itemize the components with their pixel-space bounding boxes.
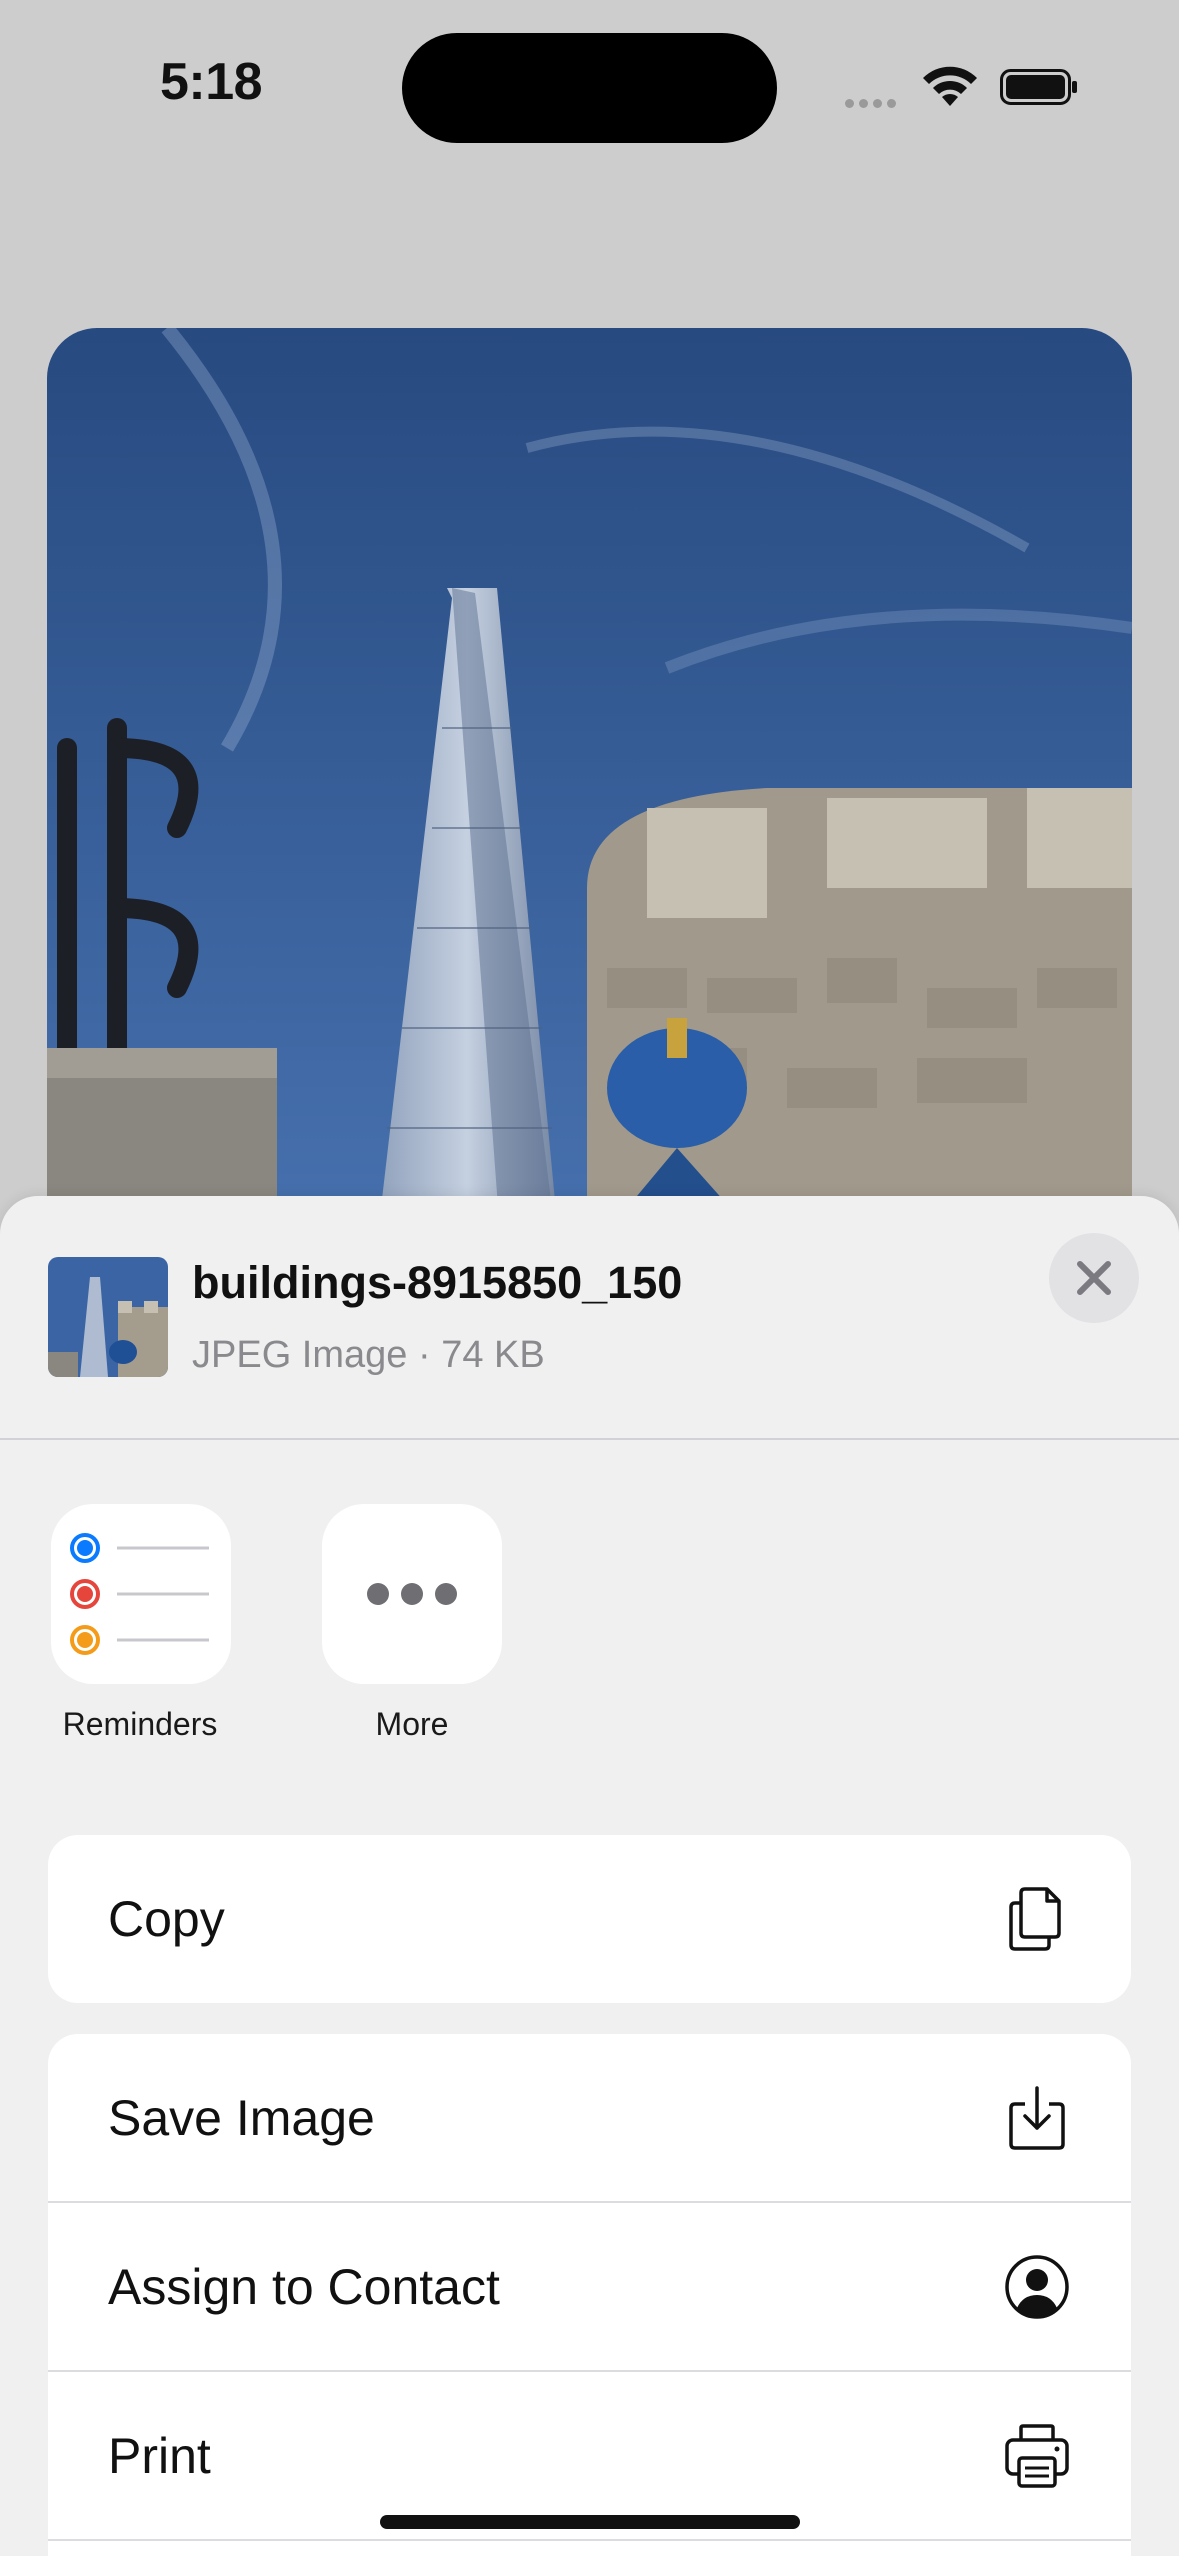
- wifi-icon: [923, 66, 977, 106]
- app-reminders[interactable]: [51, 1504, 231, 1684]
- action-label-assign-contact: Assign to Contact: [108, 2259, 500, 2315]
- close-icon: [1077, 1261, 1111, 1295]
- reminders-icon: [51, 1504, 231, 1684]
- file-info: JPEG Image · 74 KB: [192, 1334, 545, 1376]
- more-icon: [322, 1504, 502, 1684]
- battery-icon: [1000, 69, 1077, 105]
- header-divider: [0, 1438, 1179, 1440]
- action-label-save-image: Save Image: [108, 2090, 375, 2146]
- action-copy[interactable]: Copy: [48, 1835, 1131, 2003]
- copy-icon: [1009, 1887, 1061, 1951]
- app-label-more: More: [375, 1706, 449, 1742]
- home-indicator[interactable]: [380, 2515, 800, 2529]
- copy-group: Copy: [48, 1835, 1131, 2003]
- app-more[interactable]: [322, 1504, 502, 1684]
- file-thumbnail: [48, 1257, 168, 1377]
- shared-photo: [47, 328, 1132, 1328]
- close-button[interactable]: [1049, 1233, 1139, 1323]
- action-assign-contact[interactable]: Assign to Contact: [48, 2203, 1131, 2371]
- print-icon: [1005, 2424, 1069, 2488]
- cellular-signal-icon: [845, 95, 901, 113]
- file-name: buildings-8915850_150: [192, 1257, 683, 1308]
- status-time: 5:18: [160, 53, 263, 111]
- actions-group: Save Image Assign to Contact Print: [48, 2034, 1131, 2556]
- row-separator: [48, 2539, 1131, 2541]
- action-label-copy: Copy: [108, 1891, 225, 1947]
- action-save-image[interactable]: Save Image: [48, 2034, 1131, 2202]
- save-image-icon: [1009, 2086, 1065, 2150]
- dynamic-island: [402, 33, 777, 143]
- contact-icon: [1005, 2255, 1069, 2319]
- app-label-reminders: Reminders: [62, 1706, 218, 1742]
- action-label-print: Print: [108, 2428, 211, 2484]
